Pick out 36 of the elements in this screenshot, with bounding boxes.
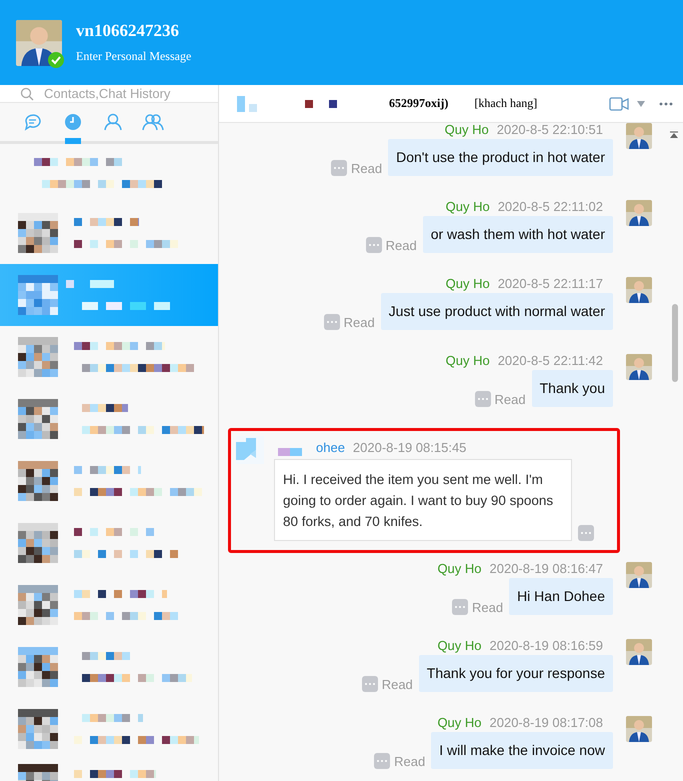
- message-bubble: or wash them with hot water: [422, 216, 613, 253]
- sender-name: Quy Ho: [444, 123, 489, 137]
- message-time: 2020-8-19 08:17:08: [490, 716, 603, 730]
- sender-name: Quy Ho: [446, 354, 490, 368]
- read-status: Read: [382, 676, 413, 692]
- message-time: 2020-8-5 22:11:02: [498, 200, 603, 214]
- message-time: 2020-8-19 08:16:59: [490, 639, 603, 653]
- message-bubble: Thank you: [532, 370, 613, 407]
- message-time: 2020-8-5 22:10:51: [496, 123, 603, 137]
- read-status: Read: [344, 314, 375, 330]
- message-bubble: Thank you for your response: [418, 655, 613, 692]
- message-bubble: Just use product with normal water: [380, 293, 613, 330]
- profile-name: vn1066247236: [76, 21, 180, 41]
- contact-tag: [khach hang]: [474, 96, 538, 111]
- message-time: 2020-8-19 08:15:45: [352, 441, 466, 455]
- sender-name: Quy Ho: [437, 562, 482, 576]
- sender-name: Quy Ho: [446, 200, 490, 214]
- chat-title: 652997oxij): [389, 96, 448, 111]
- read-status: Read: [386, 238, 417, 252]
- message-bubble: Hi. I received the item you sent me well. I'm going to order again. I want to buy 90 spoons 80 forks, and 70 knifes.: [274, 459, 572, 541]
- personal-message[interactable]: Enter Personal Message: [76, 49, 192, 64]
- sender-name: Quy Ho: [437, 639, 482, 653]
- message-time: 2020-8-5 22:11:17: [498, 277, 603, 291]
- message-bubble: I will make the invoice now: [431, 732, 613, 769]
- sender-name: Quy Ho: [437, 716, 482, 730]
- message-bubble: Don't use the product in hot water: [388, 139, 613, 176]
- read-status: Read: [394, 754, 426, 768]
- sender-name: ohee: [316, 441, 345, 455]
- message-time: 2020-8-19 08:16:47: [490, 562, 603, 576]
- sender-name: Quy Ho: [446, 277, 490, 291]
- message-bubble: Hi Han Dohee: [509, 578, 613, 615]
- read-status: Read: [351, 160, 382, 176]
- read-status: Read: [472, 600, 504, 614]
- message-time: 2020-8-5 22:11:42: [498, 354, 603, 368]
- read-status: Read: [494, 392, 526, 406]
- search-field[interactable]: Contacts,Chat History: [0, 85, 218, 103]
